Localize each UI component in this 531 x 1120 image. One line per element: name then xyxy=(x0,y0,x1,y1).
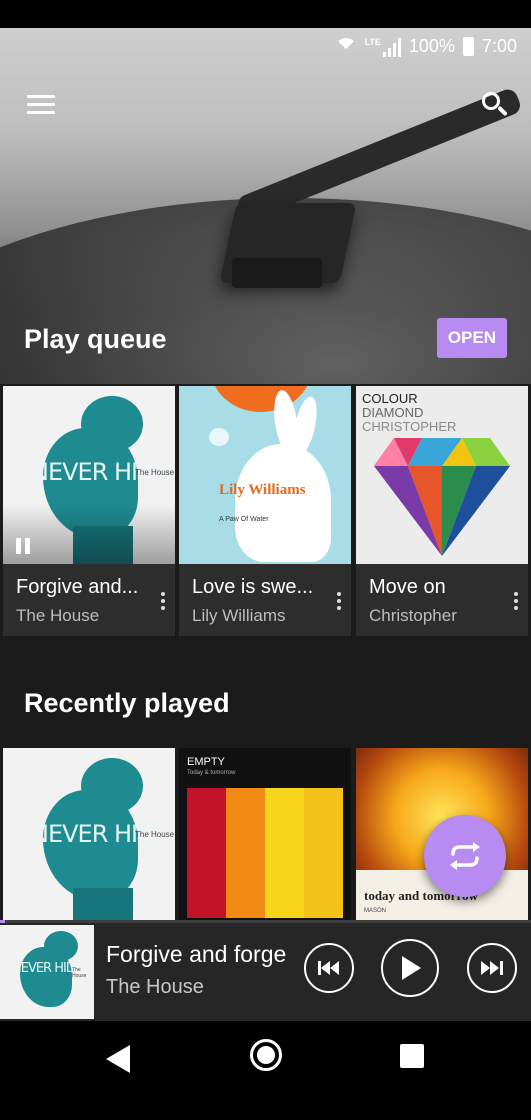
track-title: Move on xyxy=(369,576,446,598)
next-button[interactable] xyxy=(467,943,517,993)
play-icon xyxy=(402,956,421,980)
system-navigation-bar xyxy=(0,1021,531,1120)
recent-item-1[interactable]: NEVER HIDE The House xyxy=(3,748,175,920)
skip-previous-icon xyxy=(318,961,339,975)
shuffle-repeat-fab[interactable] xyxy=(424,815,506,897)
play-queue-title: Play queue xyxy=(24,324,167,354)
diamond-graphic xyxy=(374,438,510,556)
album-art-subtext: The House xyxy=(72,967,87,979)
play-button[interactable] xyxy=(381,939,439,997)
pause-indicator-icon xyxy=(16,538,32,554)
now-playing-thumbnail[interactable]: NEVER HIDE The House xyxy=(0,925,94,1019)
clock: 7:00 xyxy=(481,36,517,56)
album-art-colour-diamond: COLOUR DIAMOND CHRISTOPHER xyxy=(356,386,528,564)
status-bar-background xyxy=(0,0,531,28)
album-art-line-3: CHRISTOPHER xyxy=(362,419,457,434)
more-options-icon[interactable] xyxy=(161,592,165,610)
album-art-text: EMPTY xyxy=(187,756,225,768)
album-art-subtext: The House xyxy=(135,468,175,477)
track-artist: Lily Williams xyxy=(192,606,286,625)
home-icon[interactable] xyxy=(250,1039,282,1071)
album-art-subtext: MASON xyxy=(364,908,387,914)
network-type: LTE xyxy=(364,36,381,47)
more-options-icon[interactable] xyxy=(337,592,341,610)
track-artist: The House xyxy=(16,606,100,625)
album-art-subtext: A Paw Of Water xyxy=(219,516,269,523)
now-playing-title: Forgive and forge xyxy=(106,941,287,967)
battery-icon xyxy=(462,37,474,56)
more-options-icon[interactable] xyxy=(514,592,518,610)
album-art-subtext: The House xyxy=(135,830,175,839)
queue-card-2[interactable]: Lily Williams A Paw Of Water Love is swe… xyxy=(179,386,351,636)
recent-item-2[interactable]: EMPTY Today & tomorrow xyxy=(179,748,351,920)
queue-card-3[interactable]: COLOUR DIAMOND CHRISTOPHER Move on Chris… xyxy=(356,386,528,636)
queue-card-1[interactable]: NEVER HIDE The House Forgive and... The … xyxy=(3,386,175,636)
now-playing-bar[interactable]: NEVER HIDE The House Forgive and forge T… xyxy=(0,923,531,1021)
back-icon[interactable] xyxy=(106,1045,130,1073)
previous-button[interactable] xyxy=(304,943,354,993)
battery-percent: 100% xyxy=(408,36,455,56)
track-title: Forgive and... xyxy=(16,576,139,598)
recently-played-title: Recently played xyxy=(24,688,230,718)
now-playing-artist: The House xyxy=(106,976,204,998)
wifi-icon xyxy=(334,37,357,60)
status-bar: LTE 100% 7:00 xyxy=(334,36,517,60)
album-art-text: Lily Williams xyxy=(219,482,306,498)
album-art-line-1: COLOUR xyxy=(362,391,418,406)
album-art-lily-williams: Lily Williams A Paw Of Water xyxy=(179,386,351,564)
recent-apps-icon[interactable] xyxy=(400,1044,424,1068)
album-art-line-2: DIAMOND xyxy=(362,405,424,420)
cell-signal-icon xyxy=(382,37,401,57)
open-play-queue-button[interactable]: OPEN xyxy=(437,318,507,358)
album-art-never-hide: NEVER HIDE The House xyxy=(3,386,175,564)
track-title: Love is swe... xyxy=(192,576,314,598)
cartridge-base-image xyxy=(232,258,322,288)
skip-next-icon xyxy=(481,961,503,975)
search-icon[interactable] xyxy=(482,92,510,120)
hamburger-menu-icon[interactable] xyxy=(27,94,55,116)
track-artist: Christopher xyxy=(369,606,457,625)
album-art-subtext: Today & tomorrow xyxy=(187,770,236,776)
repeat-icon xyxy=(450,842,480,870)
